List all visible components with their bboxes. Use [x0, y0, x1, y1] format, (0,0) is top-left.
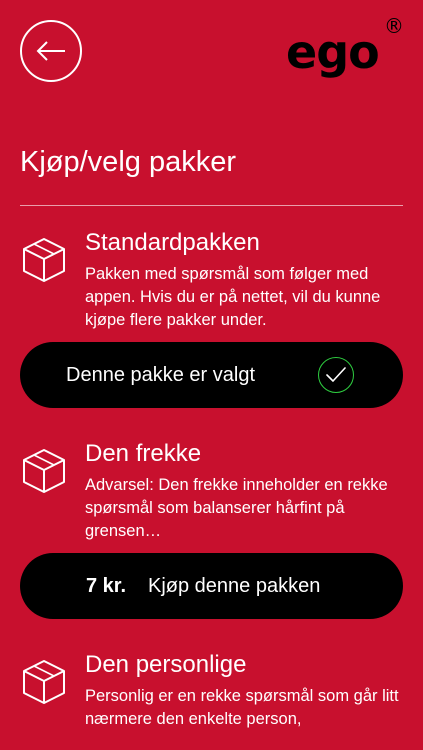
package-name: Den personlige: [85, 651, 247, 678]
logo-text: ego: [286, 25, 380, 79]
arrow-left-icon: [36, 41, 65, 61]
page-title: Kjøp/velg pakker: [20, 146, 236, 178]
box-icon: [23, 660, 65, 704]
package-personlige: Den personlige Personlig er en rekke spø…: [20, 650, 403, 750]
buy-label: Kjøp denne pakken: [148, 575, 321, 597]
package-standard: Standardpakken Pakken med spørsmål som f…: [20, 228, 403, 329]
package-selected-button[interactable]: Denne pakke er valgt: [20, 342, 403, 408]
box-icon: [23, 449, 65, 493]
registered-mark: ®: [384, 14, 404, 38]
buy-package-button[interactable]: 7 kr. Kjøp denne pakken: [20, 553, 403, 619]
package-name: Standardpakken: [85, 229, 260, 256]
back-button[interactable]: [20, 20, 82, 82]
package-price: 7 kr.: [86, 575, 127, 597]
package-description: Personlig er en rekke spørsmål som går l…: [85, 687, 399, 728]
box-icon: [23, 238, 65, 282]
package-name: Den frekke: [85, 440, 202, 467]
selected-label: Denne pakke er valgt: [66, 364, 256, 386]
package-frekke: Den frekke Advarsel: Den frekke innehold…: [20, 439, 403, 540]
checkmark-icon: [318, 357, 354, 393]
package-description: Advarsel: Den frekke inneholder en rekke…: [85, 476, 388, 540]
divider: [20, 205, 403, 206]
ego-logo: ego ®: [286, 14, 404, 82]
package-description: Pakken med spørsmål som følger med appen…: [85, 265, 381, 329]
